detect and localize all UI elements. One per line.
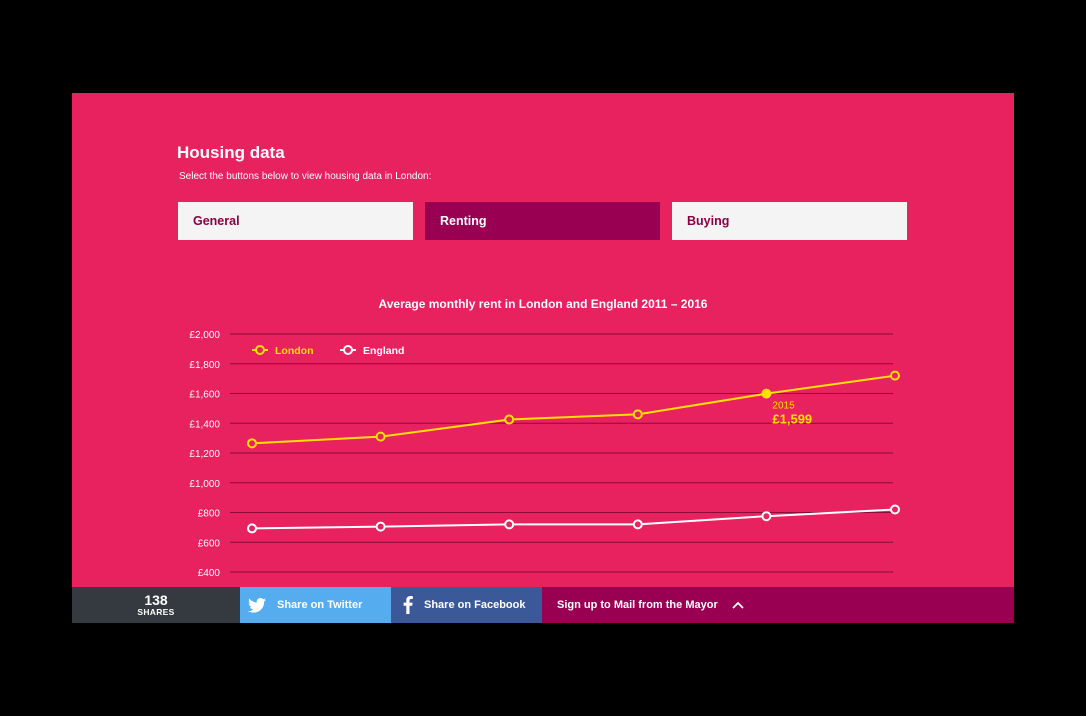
twitter-bird-icon xyxy=(248,597,266,613)
y-tick-label: £1,200 xyxy=(189,449,220,460)
data-point-london xyxy=(247,438,257,449)
share-bar: 138 SHARES Share on Twitter Share on Fac… xyxy=(72,587,1014,623)
chart-title: Average monthly rent in London and Engla… xyxy=(379,297,708,311)
series-line-london xyxy=(251,374,896,445)
annotation-value: £1,599 xyxy=(772,412,812,427)
data-point-london xyxy=(375,431,386,442)
share-twitter-label: Share on Twitter xyxy=(277,599,363,611)
legend-swatch-marker xyxy=(343,345,353,355)
share-facebook-label: Share on Facebook xyxy=(424,599,526,611)
data-point-england xyxy=(632,519,643,530)
y-tick-label: £800 xyxy=(198,509,221,520)
annotation-year: 2015 xyxy=(772,401,795,412)
data-point-england xyxy=(504,519,515,530)
y-tick-label: £2,000 xyxy=(189,330,220,341)
rent-line-chart: Average monthly rent in London and Engla… xyxy=(189,297,900,579)
legend-label-england: England xyxy=(363,345,404,357)
data-point-england xyxy=(247,523,257,534)
facebook-f-icon xyxy=(403,596,413,614)
share-twitter-button[interactable]: Share on Twitter xyxy=(240,587,391,623)
chevron-up-icon[interactable] xyxy=(732,601,744,609)
legend-swatch-marker xyxy=(255,345,265,355)
data-point-london xyxy=(504,414,515,425)
data-point-england xyxy=(890,504,900,515)
mail-signup-label: Sign up to Mail from the Mayor xyxy=(557,599,718,611)
share-count-label: SHARES xyxy=(137,607,175,617)
share-count-number: 138 xyxy=(144,592,168,608)
share-count: 138 SHARES xyxy=(72,587,240,623)
y-tick-label: £1,800 xyxy=(189,360,220,371)
y-tick-label: £600 xyxy=(198,538,221,549)
legend-label-london: London xyxy=(275,345,313,357)
data-point-london xyxy=(632,409,643,420)
housing-data-panel: Housing data Select the buttons below to… xyxy=(72,93,1014,623)
share-facebook-button[interactable]: Share on Facebook xyxy=(391,587,542,623)
y-tick-label: £1,400 xyxy=(189,419,220,430)
y-tick-label: £400 xyxy=(198,568,221,579)
data-point-london xyxy=(890,370,900,381)
data-point-england xyxy=(375,521,386,532)
data-point-england xyxy=(761,511,772,522)
y-tick-label: £1,600 xyxy=(189,390,220,401)
data-point-london xyxy=(761,388,772,399)
mail-signup-button[interactable]: Sign up to Mail from the Mayor xyxy=(542,587,1014,623)
y-tick-label: £1,000 xyxy=(189,479,220,490)
